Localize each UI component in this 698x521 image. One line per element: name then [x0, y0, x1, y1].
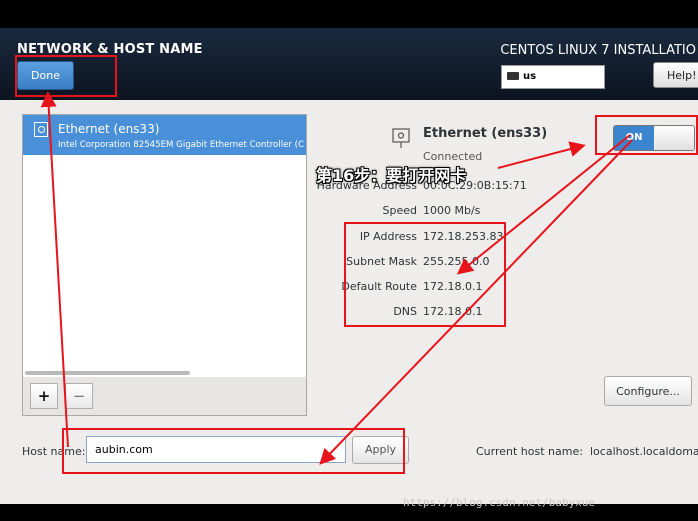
connection-list[interactable]: Ethernet (ens33) Intel Corporation 82545…: [22, 114, 307, 378]
list-toolbar: + −: [22, 377, 307, 416]
network-icon: [34, 122, 48, 137]
installer-title: CENTOS LINUX 7 INSTALLATIO: [500, 43, 696, 58]
current-hostname-label: Current host name:: [476, 445, 583, 458]
keyboard-layout-label: us: [523, 71, 537, 82]
annotation-box-done: [15, 55, 117, 97]
add-connection-button[interactable]: +: [30, 383, 58, 409]
keyboard-icon: [507, 72, 519, 80]
keyboard-layout-indicator[interactable]: us: [501, 65, 605, 89]
speed-label: Speed: [382, 204, 417, 217]
speed-value: 1000 Mb/s: [423, 204, 481, 217]
interface-title: Ethernet (ens33): [423, 126, 548, 141]
annotation-step-label: 第16步：要打开网卡: [316, 166, 467, 185]
remove-connection-button[interactable]: −: [65, 383, 93, 409]
installer-window: NETWORK & HOST NAME Done CENTOS LINUX 7 …: [0, 0, 698, 521]
annotation-box-toggle: [595, 115, 698, 155]
network-icon: [392, 128, 410, 148]
annotation-box-ip-details: [344, 222, 506, 327]
annotation-box-hostname: [62, 428, 405, 474]
horizontal-scrollbar[interactable]: [25, 371, 190, 375]
list-item[interactable]: Ethernet (ens33) Intel Corporation 82545…: [23, 115, 306, 155]
connection-description: Intel Corporation 82545EM Gigabit Ethern…: [58, 140, 304, 150]
connection-name: Ethernet (ens33): [58, 122, 160, 136]
configure-button[interactable]: Configure...: [604, 376, 692, 406]
current-hostname-value: localhost.localdomai: [590, 445, 698, 458]
watermark-text: https://blog.csdn.net/babyxue: [403, 496, 596, 509]
help-button[interactable]: Help!: [653, 62, 698, 88]
